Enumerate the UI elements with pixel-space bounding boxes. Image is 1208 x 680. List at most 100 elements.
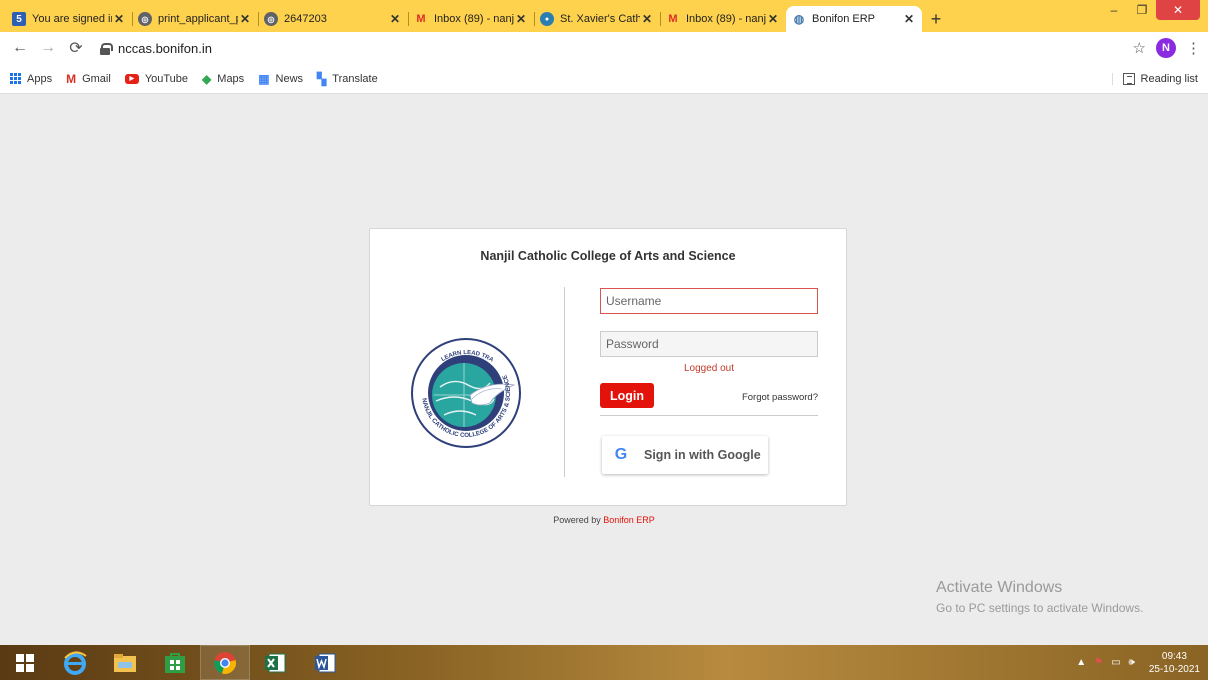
- taskbar-excel[interactable]: [250, 645, 300, 680]
- new-tab-button[interactable]: +: [922, 6, 950, 32]
- login-card: Nanjil Catholic College of Arts and Scie…: [369, 228, 847, 506]
- tab-title: Inbox (89) - nanjila: [686, 13, 766, 25]
- powered-by-footer: Powered by Bonifon ERP: [0, 515, 1208, 525]
- bookmark-label: Apps: [27, 72, 53, 85]
- bookmark-label: Translate: [332, 72, 378, 85]
- bonifon-favicon-icon: ◍: [793, 12, 805, 26]
- taskbar-ie[interactable]: [50, 645, 100, 680]
- logged-out-message: Logged out: [683, 363, 735, 374]
- google-icon: G: [614, 446, 628, 463]
- restore-icon[interactable]: ❐: [1128, 0, 1156, 20]
- school-favicon-icon: ●: [540, 12, 554, 26]
- minimize-icon[interactable]: –: [1100, 0, 1128, 20]
- bookmark-news[interactable]: ▦ News: [258, 72, 303, 86]
- activate-title: Activate Windows: [936, 579, 1063, 596]
- network-icon[interactable]: ▭: [1111, 657, 1120, 668]
- close-tab-icon[interactable]: ✕: [902, 12, 916, 26]
- powered-brand-link[interactable]: Bonifon ERP: [603, 515, 655, 525]
- bookmark-label: Gmail: [82, 72, 111, 85]
- close-tab-icon[interactable]: ✕: [640, 12, 654, 26]
- browser-tab[interactable]: ◎ print_applicant_pdf ✕: [132, 6, 258, 32]
- browser-tab-active[interactable]: ◍ Bonifon ERP ✕: [786, 6, 922, 32]
- bookmark-apps[interactable]: Apps: [10, 73, 52, 85]
- start-button[interactable]: [0, 645, 50, 680]
- login-button[interactable]: Login: [600, 383, 654, 408]
- apps-grid-icon: [10, 73, 21, 84]
- folder-icon: [114, 653, 136, 672]
- action-center-flag-icon[interactable]: ⚑: [1094, 657, 1103, 668]
- youtube-icon: ▶: [124, 73, 139, 84]
- globe-favicon-icon: ◎: [138, 12, 152, 26]
- menu-kebab-icon[interactable]: ⋮: [1186, 39, 1201, 57]
- bookmark-label: YouTube: [144, 72, 189, 85]
- password-input[interactable]: [600, 331, 818, 357]
- taskbar-word[interactable]: [300, 645, 350, 680]
- browser-tab[interactable]: M Inbox (89) - nanjila ✕: [660, 6, 786, 32]
- bookmarks-bar: Apps M Gmail ▶ YouTube ◆ Maps ▦ News ▚ T…: [0, 64, 1208, 94]
- show-hidden-icons-icon[interactable]: ▲: [1076, 657, 1086, 668]
- bookmark-star-icon[interactable]: ☆: [1133, 39, 1146, 57]
- close-tab-icon[interactable]: ✕: [238, 12, 252, 26]
- forgot-password-link[interactable]: Forgot password?: [700, 392, 818, 403]
- browser-tab[interactable]: ● St. Xavier's Catholic ✕: [534, 6, 660, 32]
- tab-title: Bonifon ERP: [812, 13, 875, 25]
- google-signin-label: Sign in with Google: [644, 448, 761, 462]
- url-text: nccas.bonifon.in: [118, 40, 212, 56]
- tab-title: Inbox (89) - nanjila: [434, 13, 514, 25]
- bookmark-youtube[interactable]: ▶ YouTube: [124, 72, 189, 85]
- volume-icon[interactable]: 🕪: [1129, 657, 1135, 668]
- college-logo: LEARN LEAD TRANSFORM NANJIL CATHOLIC COL…: [410, 337, 521, 448]
- tab-title: You are signed in a: [32, 13, 112, 25]
- gmail-favicon-icon: M: [668, 13, 678, 25]
- close-tab-icon[interactable]: ✕: [112, 12, 126, 26]
- profile-avatar[interactable]: N: [1156, 38, 1176, 58]
- bookmark-gmail[interactable]: M Gmail: [66, 72, 111, 86]
- close-window-icon[interactable]: ✕: [1156, 0, 1200, 20]
- taskbar-clock[interactable]: 09:43 25-10-2021: [1149, 650, 1200, 676]
- powered-prefix: Powered by: [553, 515, 601, 525]
- browser-tab[interactable]: ◎ 2647203 ✕: [258, 6, 408, 32]
- taskbar-store[interactable]: [150, 645, 200, 680]
- maps-icon: ◆: [202, 71, 212, 86]
- horizontal-divider: [600, 415, 818, 416]
- tab-title: St. Xavier's Catholic: [560, 13, 640, 25]
- translate-icon: ▚: [317, 71, 327, 86]
- reading-list-icon: [1122, 72, 1135, 85]
- excel-icon: [265, 653, 286, 672]
- forward-arrow-icon[interactable]: →: [36, 36, 60, 60]
- reading-list-button[interactable]: Reading list: [1111, 72, 1198, 85]
- window-controls: – ❐ ✕: [1100, 0, 1200, 20]
- browser-toolbar: ← → ⟳ nccas.bonifon.in ☆ N ⋮: [0, 32, 1208, 64]
- page-content: Nanjil Catholic College of Arts and Scie…: [0, 95, 1208, 645]
- taskbar-file-explorer[interactable]: [100, 645, 150, 680]
- bookmark-label: Maps: [217, 72, 245, 85]
- globe-favicon-icon: ◎: [264, 12, 278, 26]
- windows-taskbar: ▲ ⚑ ▭ 🕪 09:43 25-10-2021: [0, 645, 1208, 680]
- taskbar-chrome[interactable]: [200, 645, 250, 680]
- close-tab-icon[interactable]: ✕: [514, 12, 528, 26]
- google-signin-button[interactable]: G Sign in with Google: [602, 436, 768, 474]
- username-input[interactable]: [600, 288, 818, 314]
- bookmark-maps[interactable]: ◆ Maps: [202, 72, 244, 86]
- bookmark-label: News: [275, 72, 304, 85]
- reload-icon[interactable]: ⟳: [64, 36, 88, 60]
- tab-title: 2647203: [284, 13, 327, 25]
- clock-time: 09:43: [1161, 650, 1187, 662]
- close-tab-icon[interactable]: ✕: [766, 12, 780, 26]
- browser-tab-strip: 5 You are signed in a ✕ ◎ print_applican…: [0, 0, 1208, 32]
- browser-tab[interactable]: 5 You are signed in a ✕: [6, 6, 132, 32]
- close-tab-icon[interactable]: ✕: [388, 12, 402, 26]
- address-bar[interactable]: nccas.bonifon.in: [92, 35, 1123, 61]
- tab-title: print_applicant_pdf: [158, 13, 238, 25]
- activate-windows-watermark: Activate Windows Go to PC settings to ac…: [936, 579, 1143, 615]
- windows-logo-icon: [16, 653, 34, 672]
- news-icon: ▦: [258, 71, 270, 86]
- system-tray: ▲ ⚑ ▭ 🕪 09:43 25-10-2021: [1068, 645, 1200, 680]
- browser-tab[interactable]: M Inbox (89) - nanjila ✕: [408, 6, 534, 32]
- lock-icon: [100, 42, 113, 55]
- back-arrow-icon[interactable]: ←: [8, 36, 32, 60]
- college-name: Nanjil Catholic College of Arts and Scie…: [480, 249, 736, 263]
- bookmark-translate[interactable]: ▚ Translate: [317, 72, 378, 86]
- gmail-favicon-icon: M: [416, 13, 426, 25]
- reading-list-label: Reading list: [1140, 72, 1198, 85]
